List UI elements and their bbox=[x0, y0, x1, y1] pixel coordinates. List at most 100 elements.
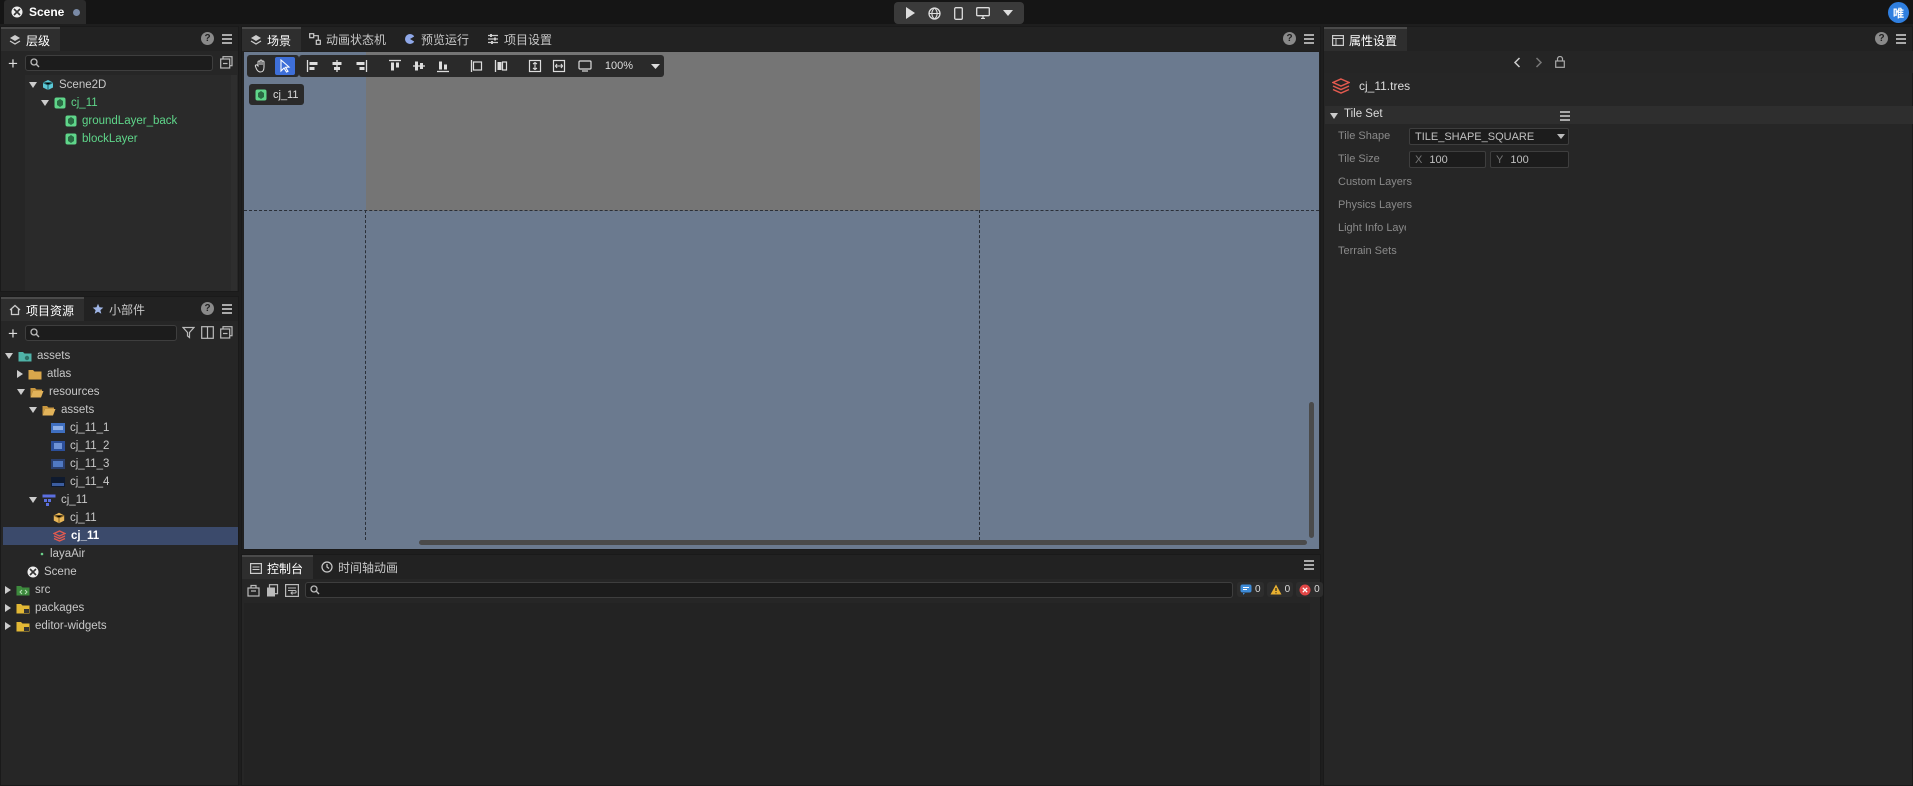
panel-menu-icon[interactable] bbox=[1896, 33, 1906, 44]
distribute-vertical-icon[interactable] bbox=[491, 57, 511, 75]
section-menu-icon[interactable] bbox=[1560, 111, 1570, 121]
help-icon[interactable]: ? bbox=[1875, 32, 1888, 45]
hand-pan-tool-icon[interactable] bbox=[251, 57, 271, 75]
filter-icon[interactable] bbox=[182, 326, 195, 339]
screen-fit-icon[interactable] bbox=[578, 57, 593, 75]
split-view-icon[interactable] bbox=[201, 326, 214, 339]
tree-node-scene2d[interactable]: Scene2D bbox=[29, 76, 106, 94]
asset-folder-cj11[interactable]: cj_11 bbox=[29, 491, 88, 509]
tile-size-y-field[interactable]: Y 100 bbox=[1490, 151, 1569, 168]
expand-caret-icon[interactable] bbox=[5, 586, 11, 594]
add-node-icon[interactable]: + bbox=[8, 55, 18, 72]
asset-folder-editor-widgets[interactable]: editor-widgets bbox=[5, 617, 107, 635]
tab-timeline-animation[interactable]: 时间轴动画 bbox=[313, 555, 408, 579]
prop-custom-layers[interactable]: Custom Layers bbox=[1338, 176, 1412, 188]
assets-search-input[interactable] bbox=[25, 325, 177, 341]
asset-image-cj11-3[interactable]: cj_11_3 bbox=[51, 455, 109, 473]
wrap-lines-icon[interactable] bbox=[285, 584, 299, 597]
tab-preview-run[interactable]: 预览运行 bbox=[396, 27, 479, 51]
expand-caret-icon[interactable] bbox=[29, 82, 37, 88]
info-filter-button[interactable]: 0 bbox=[1237, 582, 1264, 597]
chevron-down-icon[interactable] bbox=[1003, 10, 1014, 16]
expand-caret-icon[interactable] bbox=[17, 370, 23, 378]
fit-width-icon[interactable] bbox=[549, 57, 569, 75]
tab-hierarchy[interactable]: 层级 bbox=[1, 27, 61, 51]
scene-viewport[interactable]: 100% cj_11 bbox=[244, 52, 1319, 549]
panel-menu-icon[interactable] bbox=[1304, 33, 1314, 44]
asset-image-cj11-2[interactable]: cj_11_2 bbox=[51, 437, 109, 455]
tile-shape-select[interactable]: TILE_SHAPE_SQUARE bbox=[1409, 128, 1569, 145]
avatar[interactable]: 唯 bbox=[1888, 2, 1909, 23]
clear-console-icon[interactable] bbox=[247, 584, 260, 597]
viewport-horizontal-scrollbar[interactable] bbox=[419, 540, 1307, 545]
tile-size-x-field[interactable]: X 100 bbox=[1409, 151, 1486, 168]
asset-tileset-cj11-selected[interactable]: cj_11 bbox=[53, 527, 99, 545]
tab-scene[interactable]: 场景 bbox=[242, 27, 302, 51]
tree-node-cj11[interactable]: cj_11 bbox=[41, 94, 98, 112]
help-icon[interactable]: ? bbox=[201, 302, 214, 315]
desktop-monitor-icon[interactable] bbox=[976, 7, 991, 19]
select-arrow-tool-icon[interactable] bbox=[275, 57, 295, 75]
play-icon[interactable] bbox=[905, 7, 915, 19]
tree-node-groundlayer-back[interactable]: groundLayer_back bbox=[65, 112, 177, 130]
warning-filter-button[interactable]: 0 bbox=[1266, 582, 1294, 597]
collapse-all-icon[interactable] bbox=[220, 326, 233, 339]
error-filter-button[interactable]: 0 bbox=[1296, 582, 1323, 597]
asset-image-cj11-1[interactable]: cj_11_1 bbox=[51, 419, 109, 437]
expand-caret-icon[interactable] bbox=[5, 622, 11, 630]
tab-animation-state-machine[interactable]: 动画状态机 bbox=[301, 27, 396, 51]
align-center-h-icon[interactable] bbox=[327, 57, 347, 75]
asset-folder-atlas[interactable]: atlas bbox=[17, 365, 71, 383]
expand-caret-icon[interactable] bbox=[29, 497, 37, 503]
asset-prefab-cj11[interactable]: cj_11 bbox=[53, 509, 97, 527]
zoom-level[interactable]: 100% bbox=[605, 60, 633, 72]
align-middle-v-icon[interactable] bbox=[409, 57, 429, 75]
prop-terrain-sets[interactable]: Terrain Sets bbox=[1338, 245, 1397, 257]
panel-menu-icon[interactable] bbox=[222, 33, 232, 44]
expand-caret-icon[interactable] bbox=[29, 407, 37, 413]
section-collapse-icon[interactable] bbox=[1330, 113, 1338, 119]
hierarchy-scrollbar[interactable] bbox=[231, 75, 237, 291]
help-icon[interactable]: ? bbox=[1283, 32, 1296, 45]
web-globe-icon[interactable] bbox=[928, 6, 941, 20]
expand-caret-icon[interactable] bbox=[5, 353, 13, 359]
asset-folder-resources[interactable]: resources bbox=[17, 383, 100, 401]
asset-folder-assets[interactable]: assets bbox=[5, 347, 70, 365]
align-top-icon[interactable] bbox=[385, 57, 405, 75]
panel-menu-icon[interactable] bbox=[1304, 560, 1314, 570]
asset-scene[interactable]: Scene bbox=[27, 563, 77, 581]
chevron-right-icon[interactable] bbox=[1535, 57, 1543, 68]
lock-icon[interactable] bbox=[1555, 56, 1565, 68]
chevron-left-icon[interactable] bbox=[1513, 57, 1521, 68]
collapse-all-icon[interactable] bbox=[220, 56, 233, 69]
asset-image-cj11-4[interactable]: cj_11_4 bbox=[51, 473, 109, 491]
hierarchy-search-input[interactable] bbox=[25, 55, 213, 71]
help-icon[interactable]: ? bbox=[201, 32, 214, 45]
expand-caret-icon[interactable] bbox=[41, 100, 49, 106]
expand-caret-icon[interactable] bbox=[17, 389, 25, 395]
asset-folder-assets-sub[interactable]: assets bbox=[29, 401, 94, 419]
expand-caret-icon[interactable] bbox=[5, 604, 11, 612]
console-filter-input[interactable] bbox=[305, 582, 1233, 598]
scene-document-tab[interactable]: Scene bbox=[4, 0, 86, 24]
align-left-icon[interactable] bbox=[303, 57, 323, 75]
asset-folder-packages[interactable]: packages bbox=[5, 599, 84, 617]
asset-folder-src[interactable]: src bbox=[5, 581, 50, 599]
tab-project-settings[interactable]: 项目设置 bbox=[479, 27, 562, 51]
align-bottom-icon[interactable] bbox=[433, 57, 453, 75]
add-asset-icon[interactable]: + bbox=[8, 325, 18, 342]
asset-layaair[interactable]: layaAir bbox=[39, 545, 85, 563]
panel-menu-icon[interactable] bbox=[222, 303, 232, 314]
align-right-icon[interactable] bbox=[351, 57, 371, 75]
chevron-down-icon[interactable] bbox=[651, 63, 660, 69]
tileset-section-header[interactable] bbox=[1325, 106, 1913, 124]
distribute-horizontal-icon[interactable] bbox=[467, 57, 487, 75]
prop-light-info-layer[interactable]: Light Info Layer bbox=[1338, 222, 1406, 234]
fit-height-icon[interactable] bbox=[525, 57, 545, 75]
mobile-device-icon[interactable] bbox=[954, 6, 963, 20]
selected-node-chip[interactable]: cj_11 bbox=[249, 84, 305, 105]
tab-project-assets[interactable]: 项目资源 bbox=[1, 297, 85, 321]
tree-node-blocklayer[interactable]: blockLayer bbox=[65, 130, 138, 148]
viewport-vertical-scrollbar[interactable] bbox=[1309, 402, 1314, 538]
tab-properties[interactable]: 属性设置 bbox=[1324, 27, 1408, 51]
